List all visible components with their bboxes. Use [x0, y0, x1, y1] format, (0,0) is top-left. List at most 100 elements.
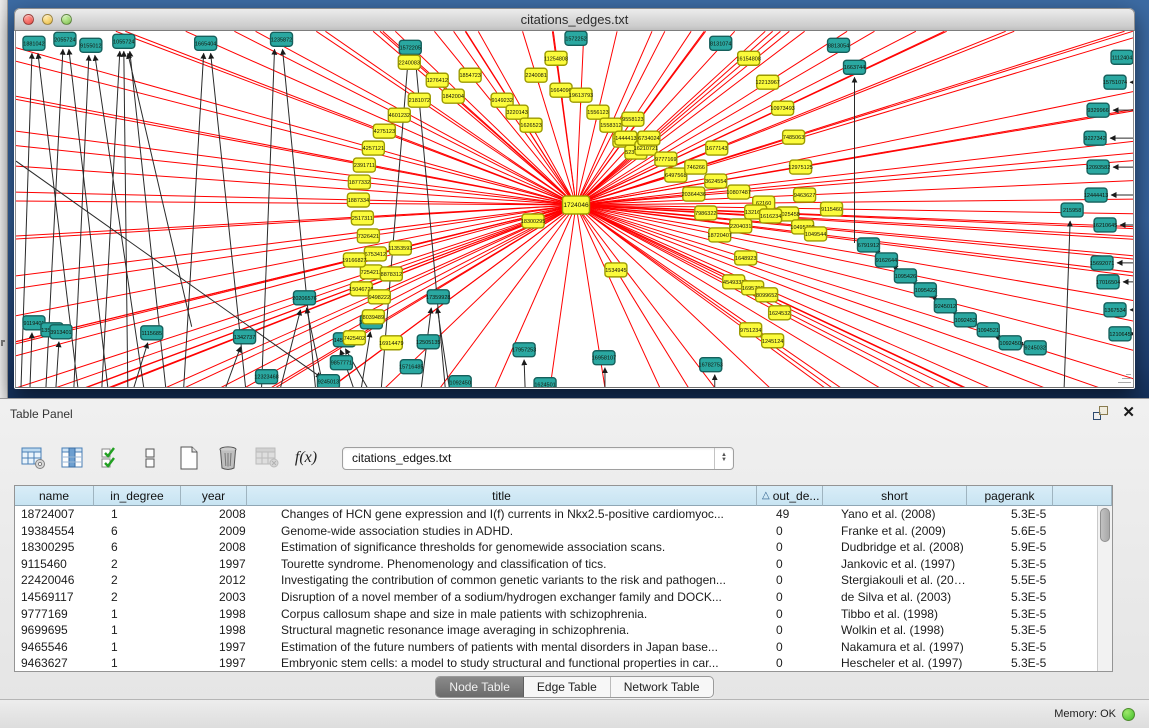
table-row[interactable]: 911546021997Tourette syndrome. Phenomeno…: [15, 556, 1097, 573]
table-row[interactable]: 1938455462009Genome-wide association stu…: [15, 523, 1097, 540]
cell-short[interactable]: Jankovic et al. (1997): [823, 556, 967, 573]
table-body[interactable]: 1872400712008Changes of HCN gene express…: [15, 506, 1097, 671]
cell-year[interactable]: 1997: [181, 639, 247, 656]
network-svg[interactable]: 1881042205572491550121055724166540412358…: [16, 31, 1134, 388]
cell-title[interactable]: Estimation of the future numbers of pati…: [247, 639, 757, 656]
table-row[interactable]: 969969511998Structural magnetic resonanc…: [15, 622, 1097, 639]
cell-out_degree[interactable]: 0: [757, 606, 823, 623]
memory-status-icon[interactable]: [1122, 708, 1135, 721]
cell-in_degree[interactable]: 2: [94, 556, 181, 573]
window-resize-grip[interactable]: [1117, 371, 1131, 385]
table-row[interactable]: 1830029562008Estimation of significance …: [15, 539, 1097, 556]
cell-name[interactable]: 9777169: [15, 606, 94, 623]
network-window[interactable]: citations_edges.txt 18810422055724915501…: [14, 8, 1135, 389]
cell-in_degree[interactable]: 6: [94, 523, 181, 540]
cell-short[interactable]: Wolkin et al. (1998): [823, 622, 967, 639]
cell-year[interactable]: 1997: [181, 655, 247, 671]
delete-rows-icon[interactable]: [215, 445, 241, 471]
cell-in_degree[interactable]: 1: [94, 506, 181, 523]
cell-in_degree[interactable]: 1: [94, 606, 181, 623]
cell-pagerank[interactable]: 5.3E-5: [967, 622, 1053, 639]
cell-name[interactable]: 18724007: [15, 506, 94, 523]
table-vertical-scrollbar[interactable]: [1097, 506, 1112, 671]
cell-name[interactable]: 9115460: [15, 556, 94, 573]
cell-pagerank[interactable]: 5.3E-5: [967, 506, 1053, 523]
cell-title[interactable]: Changes of HCN gene expression and I(f) …: [247, 506, 757, 523]
cell-in_degree[interactable]: 1: [94, 655, 181, 671]
cell-short[interactable]: Nakamura et al. (1997): [823, 639, 967, 656]
table-mode-icon[interactable]: [20, 445, 46, 471]
selection-boxes-icon[interactable]: [137, 445, 163, 471]
cell-short[interactable]: Franke et al. (2009): [823, 523, 967, 540]
cell-year[interactable]: 2009: [181, 523, 247, 540]
column-header-pagerank[interactable]: pagerank: [967, 486, 1053, 506]
cell-year[interactable]: 2008: [181, 506, 247, 523]
column-header-title[interactable]: title: [247, 486, 757, 506]
cell-out_degree[interactable]: 0: [757, 523, 823, 540]
cell-year[interactable]: 1998: [181, 622, 247, 639]
cell-pagerank[interactable]: 5.3E-5: [967, 589, 1053, 606]
table-row[interactable]: 946554611997Estimation of the future num…: [15, 639, 1097, 656]
column-header-out_de[interactable]: △out_de...: [757, 486, 823, 506]
cell-out_degree[interactable]: 0: [757, 589, 823, 606]
tab-edge-table[interactable]: Edge Table: [524, 677, 611, 697]
table-select-dropdown[interactable]: citations_edges.txt ▲▼: [342, 447, 734, 470]
cell-name[interactable]: 22420046: [15, 572, 94, 589]
tab-network-table[interactable]: Network Table: [611, 677, 713, 697]
close-panel-icon[interactable]: ✕: [1122, 406, 1135, 420]
cell-out_degree[interactable]: 0: [757, 539, 823, 556]
float-panel-icon[interactable]: [1093, 406, 1108, 420]
cell-short[interactable]: Hescheler et al. (1997): [823, 655, 967, 671]
cell-name[interactable]: 14569117: [15, 589, 94, 606]
cell-title[interactable]: Tourette syndrome. Phenomenology and cla…: [247, 556, 757, 573]
cell-title[interactable]: Corpus callosum shape and size in male p…: [247, 606, 757, 623]
zoom-window-button[interactable]: [61, 14, 72, 25]
cell-title[interactable]: Structural magnetic resonance image aver…: [247, 622, 757, 639]
cell-out_degree[interactable]: 0: [757, 572, 823, 589]
node-table[interactable]: namein_degreeyeartitle△out_de...shortpag…: [14, 485, 1113, 672]
cell-short[interactable]: Stergiakouli et al. (2012): [823, 572, 967, 589]
cell-pagerank[interactable]: 5.9E-5: [967, 539, 1053, 556]
cell-year[interactable]: 1997: [181, 556, 247, 573]
table-row[interactable]: 1872400712008Changes of HCN gene express…: [15, 506, 1097, 523]
cell-in_degree[interactable]: 6: [94, 539, 181, 556]
cell-short[interactable]: Yano et al. (2008): [823, 506, 967, 523]
network-view[interactable]: 1881042205572491550121055724166540412358…: [15, 31, 1134, 388]
cell-year[interactable]: 2003: [181, 589, 247, 606]
cell-title[interactable]: Disruption of a novel member of a sodium…: [247, 589, 757, 606]
cell-title[interactable]: Investigating the contribution of common…: [247, 572, 757, 589]
left-splitter[interactable]: [0, 0, 8, 398]
cell-name[interactable]: 18300295: [15, 539, 94, 556]
column-header-in_degree[interactable]: in_degree: [94, 486, 181, 506]
table-header-row[interactable]: namein_degreeyeartitle△out_de...shortpag…: [15, 486, 1112, 506]
table-row[interactable]: 1456911722003Disruption of a novel membe…: [15, 589, 1097, 606]
cell-out_degree[interactable]: 49: [757, 506, 823, 523]
cell-name[interactable]: 9465546: [15, 639, 94, 656]
column-select-icon[interactable]: [59, 445, 85, 471]
cell-pagerank[interactable]: 5.3E-5: [967, 639, 1053, 656]
column-header-short[interactable]: short: [823, 486, 967, 506]
table-row[interactable]: 946362711997Embryonic stem cells: a mode…: [15, 655, 1097, 671]
cell-out_degree[interactable]: 0: [757, 655, 823, 671]
cell-year[interactable]: 2012: [181, 572, 247, 589]
cell-pagerank[interactable]: 5.3E-5: [967, 655, 1053, 671]
table-row[interactable]: 977716911998Corpus callosum shape and si…: [15, 606, 1097, 623]
network-window-titlebar[interactable]: citations_edges.txt: [14, 8, 1135, 31]
cell-name[interactable]: 9699695: [15, 622, 94, 639]
cell-name[interactable]: 19384554: [15, 523, 94, 540]
tab-node-table[interactable]: Node Table: [436, 677, 524, 697]
row-check-icon[interactable]: [98, 445, 124, 471]
cell-title[interactable]: Embryonic stem cells: a model to study s…: [247, 655, 757, 671]
cell-name[interactable]: 9463627: [15, 655, 94, 671]
cell-year[interactable]: 2008: [181, 539, 247, 556]
cell-title[interactable]: Estimation of significance thresholds fo…: [247, 539, 757, 556]
cell-in_degree[interactable]: 2: [94, 572, 181, 589]
cell-out_degree[interactable]: 0: [757, 639, 823, 656]
cell-year[interactable]: 1998: [181, 606, 247, 623]
cell-out_degree[interactable]: 0: [757, 556, 823, 573]
cell-in_degree[interactable]: 1: [94, 639, 181, 656]
cell-in_degree[interactable]: 1: [94, 622, 181, 639]
cell-pagerank[interactable]: 5.3E-5: [967, 556, 1053, 573]
column-header-name[interactable]: name: [15, 486, 94, 506]
close-window-button[interactable]: [23, 14, 34, 25]
